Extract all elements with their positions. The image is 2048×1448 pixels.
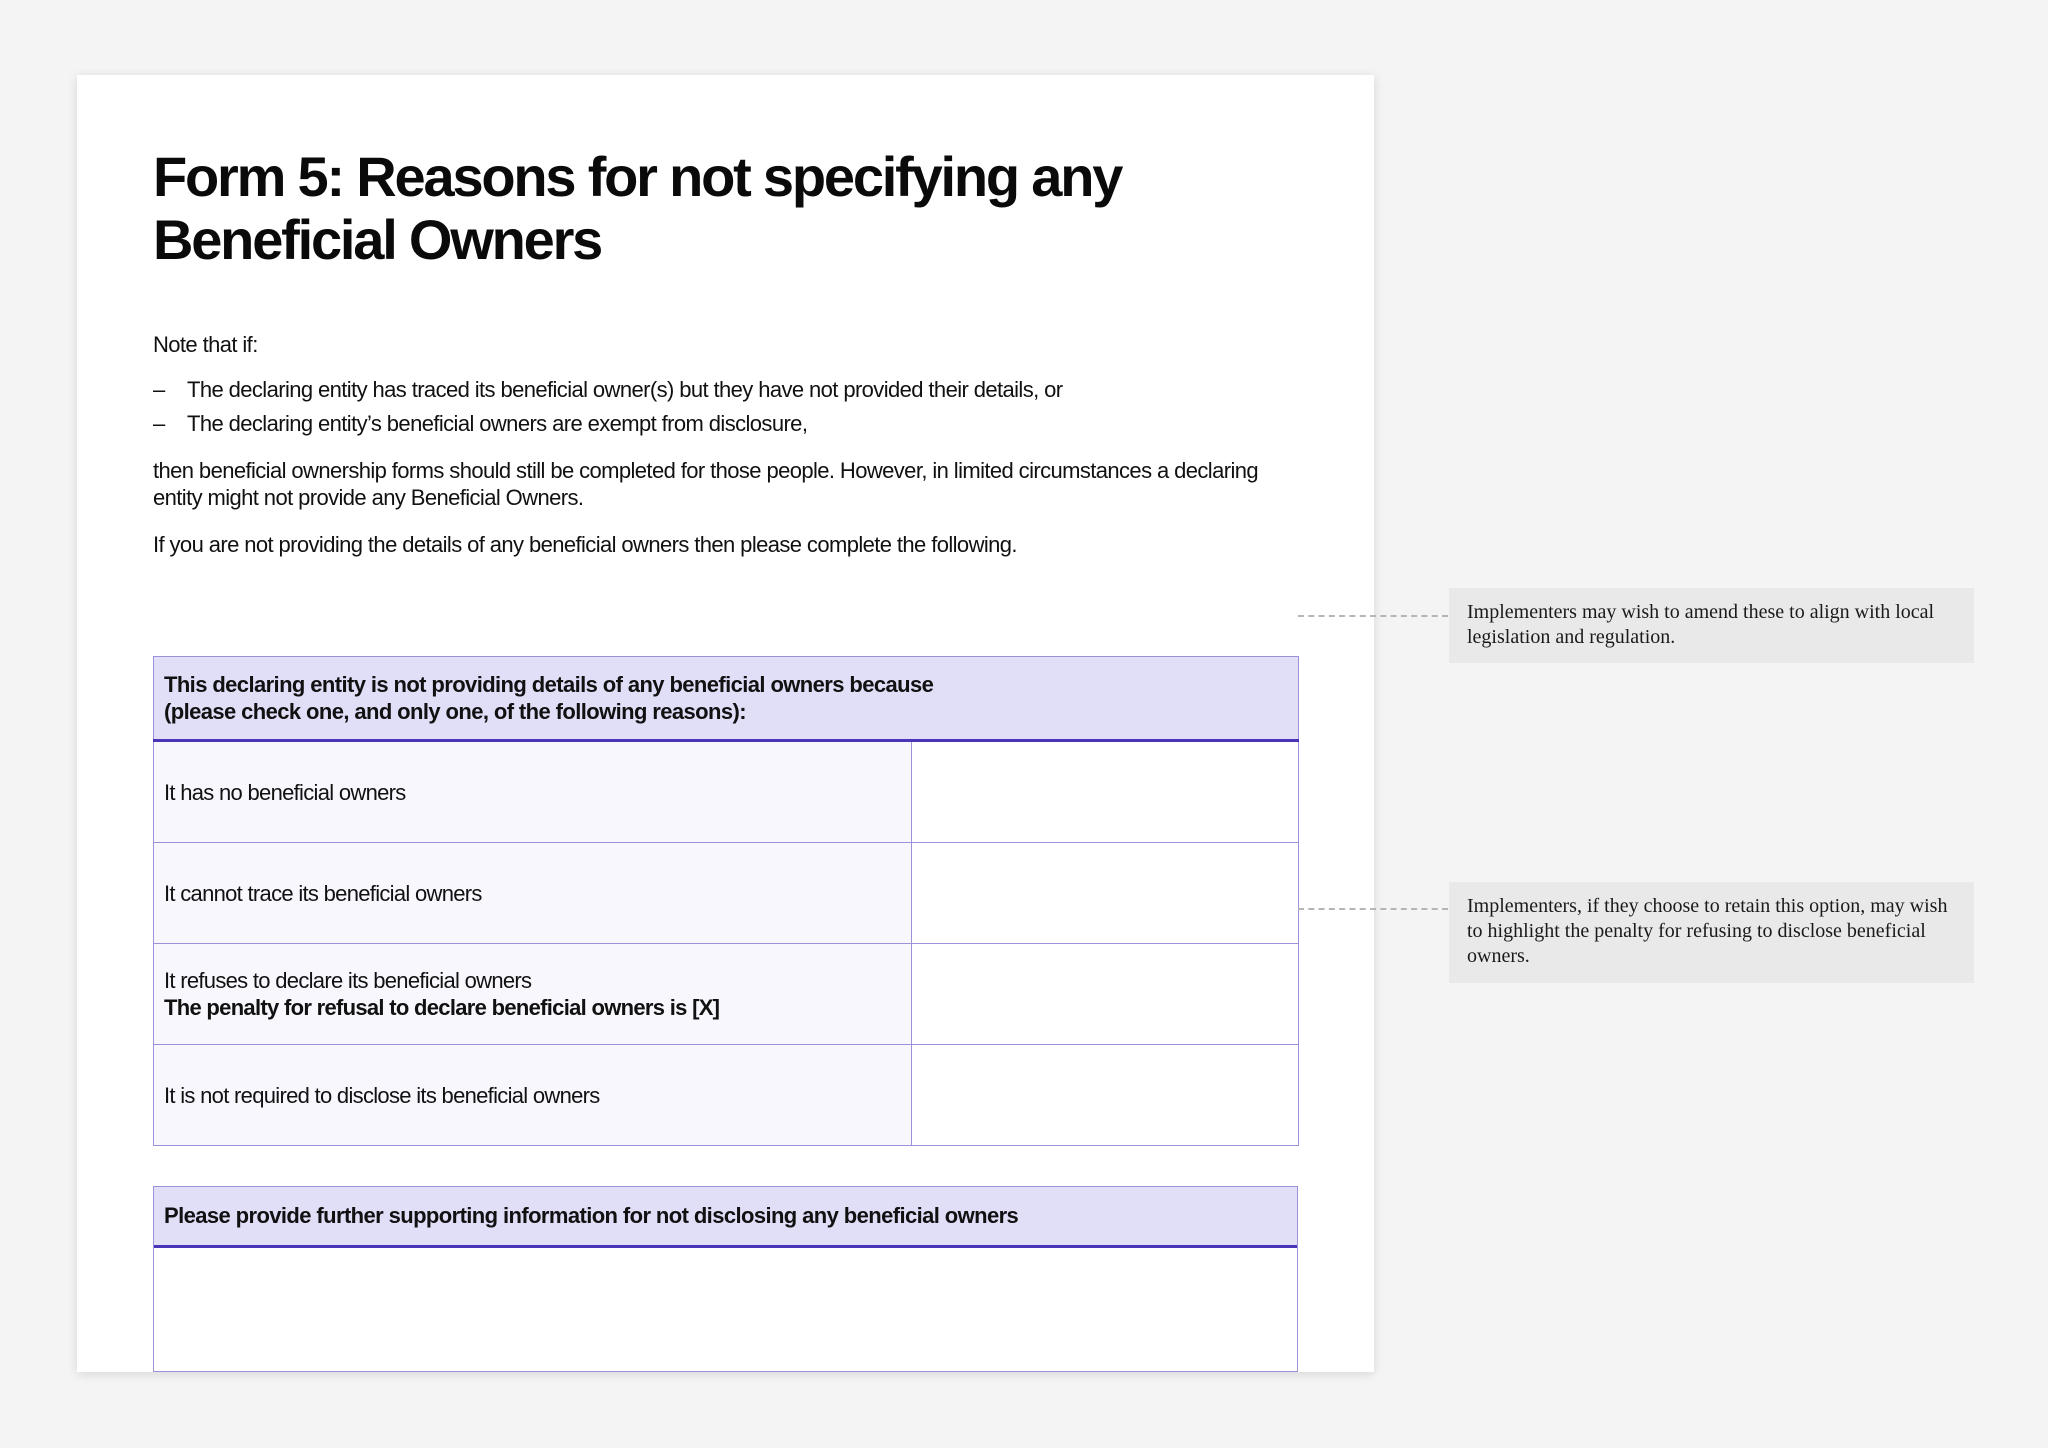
reason-checkbox-cell[interactable]	[911, 943, 1299, 1045]
instruction-paragraph: If you are not providing the details of …	[153, 532, 1018, 557]
reason-text: It is not required to disclose its benef…	[164, 1082, 600, 1108]
reason-checkbox-cell[interactable]	[911, 740, 1299, 843]
supporting-info-table: Please provide further supporting inform…	[153, 1186, 1298, 1372]
page-title-line-2: Beneficial Owners	[153, 208, 603, 271]
bullet-dash: –	[153, 377, 165, 402]
supporting-info-field[interactable]	[154, 1248, 1297, 1371]
table-row: It cannot trace its beneficial owners	[153, 842, 1299, 944]
reasons-table: This declaring entity is not providing d…	[153, 656, 1299, 1146]
form-page: Form 5: Reasons for not specifying any B…	[77, 75, 1374, 1372]
reasons-table-header: This declaring entity is not providing d…	[153, 656, 1299, 742]
bullet-dash: –	[153, 411, 165, 436]
reason-checkbox-cell[interactable]	[911, 1044, 1299, 1146]
note-connector	[1298, 908, 1448, 910]
reason-label: It refuses to declare its beneficial own…	[153, 943, 912, 1045]
reason-checkbox-cell[interactable]	[911, 842, 1299, 944]
side-note: Implementers, if they choose to retain t…	[1449, 882, 1974, 983]
supporting-info-header: Please provide further supporting inform…	[154, 1187, 1297, 1248]
reasons-header-line-1: This declaring entity is not providing d…	[164, 672, 934, 697]
side-note: Implementers may wish to amend these to …	[1449, 588, 1974, 663]
condition-text: The declaring entity has traced its bene…	[187, 377, 1063, 402]
page-title-line-1: Form 5: Reasons for not specifying any	[153, 145, 1123, 208]
reason-label: It has no beneficial owners	[153, 740, 912, 843]
note-that-text: Note that if:	[153, 332, 258, 357]
reason-text: It cannot trace its beneficial owners	[164, 880, 482, 906]
table-row: It refuses to declare its beneficial own…	[153, 943, 1299, 1045]
note-connector	[1298, 615, 1448, 617]
then-paragraph: then beneficial ownership forms should s…	[153, 458, 1259, 510]
condition-text: The declaring entity’s beneficial owners…	[187, 411, 808, 436]
reason-label: It is not required to disclose its benef…	[153, 1044, 912, 1146]
reasons-header-line-2: (please check one, and only one, of the …	[164, 699, 747, 724]
reason-text: It refuses to declare its beneficial own…	[164, 968, 532, 993]
condition-item: – The declaring entity has traced its be…	[153, 376, 1298, 403]
reason-text: It has no beneficial owners	[164, 779, 406, 805]
conditions-list: – The declaring entity has traced its be…	[153, 376, 1298, 437]
table-row: It has no beneficial owners	[153, 740, 1299, 843]
table-row: It is not required to disclose its benef…	[153, 1044, 1299, 1146]
page-title: Form 5: Reasons for not specifying any B…	[153, 145, 1298, 271]
reason-label: It cannot trace its beneficial owners	[153, 842, 912, 944]
intro-text: Note that if: – The declaring entity has…	[153, 331, 1298, 558]
condition-item: – The declaring entity’s beneficial owne…	[153, 410, 1298, 437]
form-content: Form 5: Reasons for not specifying any B…	[153, 145, 1299, 1372]
penalty-text: The penalty for refusal to declare benef…	[164, 995, 720, 1020]
